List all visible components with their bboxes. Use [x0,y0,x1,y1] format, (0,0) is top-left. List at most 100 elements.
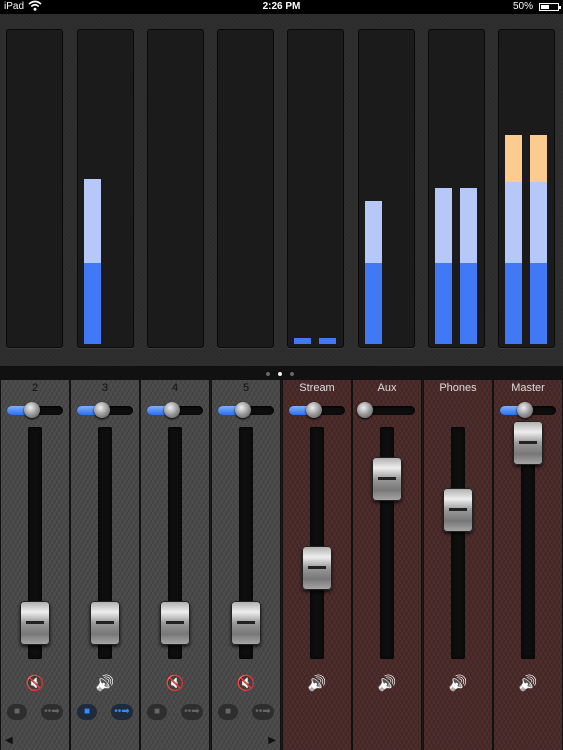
level-meter-2 [77,29,134,348]
chat-bubble-icon[interactable]: ■ [7,704,27,720]
level-meter-7 [428,29,485,348]
send-arrow-icon[interactable]: ••➡ [41,704,63,720]
send-arrow-icon[interactable]: ••➡ [252,704,274,720]
level-meters-panel [0,14,563,366]
channel-strip-master: Master 🔊 [493,380,563,750]
fader-handle[interactable] [90,601,120,645]
level-segment-low [319,338,336,344]
speaker-icon[interactable]: 🔊 [424,674,492,692]
level-meter-4 [217,29,274,348]
mixer-strips: 2 🔇 ■ ••➡ ◀ 3 🔊 ■ ••➡ 4 🔇 ■ ••➡ 5 🔇 ■ ••➡ ▶ Stream 🔊 Aux 🔊 Pho… [0,380,563,750]
pan-knob[interactable] [517,402,533,418]
level-bar [319,338,336,344]
channel-label: 3 [101,382,109,394]
fader-handle[interactable] [443,488,473,532]
speaker-muted-icon[interactable]: 🔇 [1,674,69,692]
channel-strip-3: 3 🔊 ■ ••➡ [70,380,140,750]
channel-strip-phones: Phones 🔊 [423,380,493,750]
page-dot-3[interactable] [290,372,294,376]
scroll-right-icon[interactable]: ▶ [268,735,276,746]
strip-buttons: ■ ••➡ [147,704,203,722]
channel-strip-4: 4 🔇 ■ ••➡ [140,380,210,750]
level-meter-8 [498,29,555,348]
level-segment-high [505,135,522,182]
speaker-muted-icon[interactable]: 🔇 [141,674,209,692]
pan-knob[interactable] [306,402,322,418]
pan-slider[interactable] [500,402,556,418]
channel-label: Stream [299,382,335,394]
pan-knob[interactable] [235,402,251,418]
level-meter-1 [6,29,63,348]
level-segment-low [460,263,477,344]
page-dot-2[interactable] [278,372,282,376]
channel-label: Master [511,382,545,394]
channel-label: Aux [377,382,397,394]
level-bar [460,188,477,344]
speaker-icon[interactable]: 🔊 [353,674,421,692]
fader-track[interactable] [451,427,465,659]
page-indicator[interactable] [0,366,563,380]
status-bar: iPad 2:26 PM 50% [0,0,563,14]
fader-track[interactable] [310,427,324,659]
level-segment-low [435,263,452,344]
level-bar [530,135,547,344]
channel-strip-aux: Aux 🔊 [352,380,422,750]
fader-handle[interactable] [231,601,261,645]
level-bar [294,338,311,344]
level-segment-low [530,263,547,344]
level-segment-mid [460,188,477,263]
channel-label: 5 [242,382,250,394]
chat-bubble-icon[interactable]: ■ [77,704,97,720]
speaker-icon[interactable]: 🔊 [283,674,351,692]
level-segment-low [365,263,382,344]
pan-slider[interactable] [7,402,63,418]
speaker-icon[interactable]: 🔊 [494,674,562,692]
fader-handle[interactable] [302,546,332,590]
channel-strip-5: 5 🔇 ■ ••➡ ▶ [211,380,281,750]
chat-bubble-icon[interactable]: ■ [147,704,167,720]
clock: 2:26 PM [262,1,301,12]
level-bar [505,135,522,344]
channel-label: Phones [439,382,477,394]
level-segment-low [505,263,522,344]
pan-knob[interactable] [94,402,110,418]
pan-knob[interactable] [24,402,40,418]
speaker-icon[interactable]: 🔊 [71,674,139,692]
level-segment-mid [365,201,382,263]
pan-slider[interactable] [357,402,415,418]
scroll-left-icon[interactable]: ◀ [5,735,13,746]
level-bar [365,201,382,344]
pan-slider[interactable] [218,402,274,418]
pan-slider[interactable] [289,402,345,418]
battery-percent: 50% [512,1,533,12]
fader-handle[interactable] [372,457,402,501]
pan-knob[interactable] [164,402,180,418]
level-segment-mid [435,188,452,263]
fader-handle[interactable] [513,421,543,465]
level-segment-high [530,135,547,182]
channel-strip-2: 2 🔇 ■ ••➡ ◀ [0,380,70,750]
level-meter-6 [358,29,415,348]
channel-strip-stream: Stream 🔊 [282,380,352,750]
send-arrow-icon[interactable]: ••➡ [111,704,133,720]
battery-icon [539,3,561,11]
page-dot-1[interactable] [266,372,270,376]
send-arrow-icon[interactable]: ••➡ [181,704,203,720]
strip-buttons: ■ ••➡ [7,704,63,722]
speaker-muted-icon[interactable]: 🔇 [212,674,280,692]
pan-knob[interactable] [357,402,373,418]
strip-buttons: ■ ••➡ [77,704,133,722]
strip-buttons: ■ ••➡ [218,704,274,722]
channel-label: 4 [171,382,179,394]
level-segment-low [294,338,311,344]
pan-slider[interactable] [147,402,203,418]
level-segment-low [84,263,101,344]
level-segment-mid [505,182,522,263]
level-segment-mid [530,182,547,263]
fader-handle[interactable] [160,601,190,645]
chat-bubble-icon[interactable]: ■ [218,704,238,720]
level-bar [435,188,452,344]
fader-handle[interactable] [20,601,50,645]
level-meter-5 [287,29,344,348]
pan-slider[interactable] [77,402,133,418]
